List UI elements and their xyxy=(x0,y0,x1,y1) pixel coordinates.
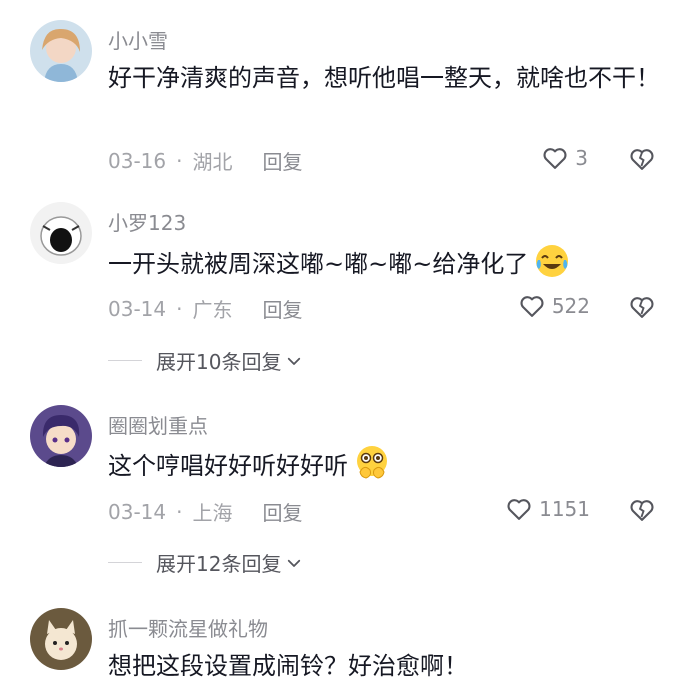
expand-replies-button[interactable]: 展开10条回复 xyxy=(108,346,303,375)
comment-text: 想把这段设置成闹铃？好治愈啊！ xyxy=(108,652,468,680)
avatar[interactable] xyxy=(30,202,92,264)
like-count: 3 xyxy=(575,146,588,170)
pleading-hands-emoji xyxy=(357,446,387,479)
reply-button[interactable]: 回复 xyxy=(262,146,302,175)
username[interactable]: 小小雪 xyxy=(108,25,168,54)
comment-date: 03-14 xyxy=(108,296,167,321)
comment-text-content: 这个哼唱好好听好好听 xyxy=(108,452,348,480)
comment-text: 一开头就被周深这嘟~嘟~嘟~给净化了 xyxy=(108,240,668,287)
comment-meta: 03-16 · 湖北 回复 xyxy=(108,146,302,175)
expand-replies-label: 展开12条回复 xyxy=(156,552,282,576)
broken-heart-icon[interactable] xyxy=(628,293,656,321)
like-button[interactable]: 3 xyxy=(541,144,588,172)
avatar[interactable] xyxy=(30,405,92,467)
like-button[interactable]: 1151 xyxy=(505,495,590,523)
expand-replies-button[interactable]: 展开12条回复 xyxy=(108,548,303,577)
reply-button[interactable]: 回复 xyxy=(262,294,302,323)
like-count: 1151 xyxy=(539,497,590,521)
comment-location: 湖北 xyxy=(192,150,233,174)
heart-icon xyxy=(543,148,567,169)
comment-text: 好干净清爽的声音，想听他唱一整天，就啥也不干！ xyxy=(108,64,660,92)
heart-icon xyxy=(520,296,544,317)
divider xyxy=(108,562,142,563)
separator-dot: · xyxy=(176,148,183,173)
avatar[interactable] xyxy=(30,608,92,670)
username[interactable]: 小罗123 xyxy=(108,207,186,236)
comment-location: 广东 xyxy=(192,298,233,322)
broken-heart-icon[interactable] xyxy=(628,496,656,524)
like-button[interactable]: 522 xyxy=(518,292,590,320)
username[interactable]: 抓一颗流星做礼物 xyxy=(108,613,268,642)
separator-dot: · xyxy=(176,499,183,524)
chevron-down-icon xyxy=(288,357,301,365)
divider xyxy=(108,360,142,361)
comment-location: 上海 xyxy=(192,501,233,525)
comment-meta: 03-14 · 广东 回复 xyxy=(108,294,302,323)
comment-date: 03-14 xyxy=(108,499,167,524)
like-count: 522 xyxy=(551,294,590,318)
username[interactable]: 圈圈划重点 xyxy=(108,410,208,439)
comment-text: 这个哼唱好好听好好听 xyxy=(108,442,668,489)
broken-heart-icon[interactable] xyxy=(628,145,656,173)
reply-button[interactable]: 回复 xyxy=(262,497,302,526)
comment-meta: 03-14 · 上海 回复 xyxy=(108,497,302,526)
comment-text-content: 一开头就被周深这嘟~嘟~嘟~给净化了 xyxy=(108,250,529,278)
expand-replies-label: 展开10条回复 xyxy=(156,350,282,374)
chevron-down-icon xyxy=(288,559,301,567)
comment-date: 03-16 xyxy=(108,148,167,173)
separator-dot: · xyxy=(176,296,183,321)
crying-laughing-emoji xyxy=(536,245,569,277)
avatar[interactable] xyxy=(30,20,92,82)
heart-icon xyxy=(507,499,531,520)
